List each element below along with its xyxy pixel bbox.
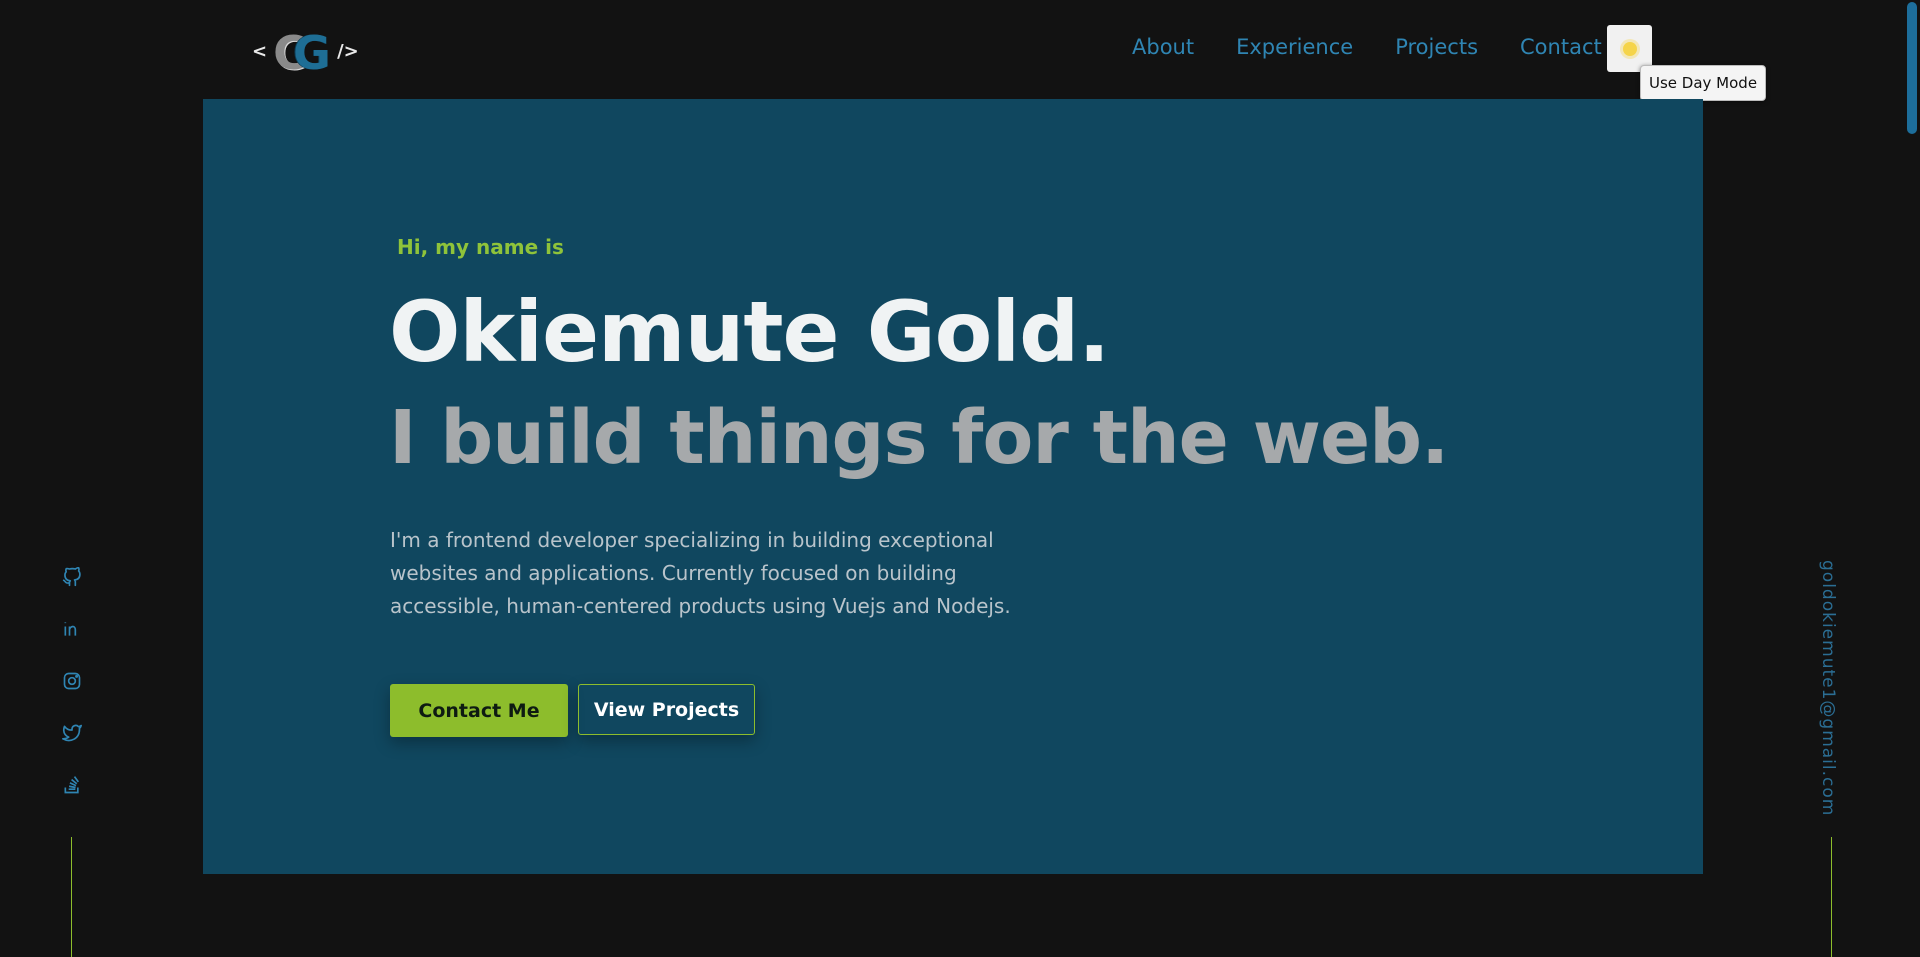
nav-contact[interactable]: Contact xyxy=(1520,35,1602,59)
hero-name: Okiemute Gold. xyxy=(389,283,1110,381)
stackoverflow-icon[interactable] xyxy=(60,773,84,797)
linkedin-icon[interactable] xyxy=(60,617,84,641)
hero-tagline: I build things for the web. xyxy=(389,395,1449,481)
email-link[interactable]: goldokiemute1@gmail.com xyxy=(1818,560,1838,816)
github-icon[interactable] xyxy=(60,565,84,589)
hero-description: I'm a frontend developer specializing in… xyxy=(390,528,1011,618)
nav-projects[interactable]: Projects xyxy=(1395,35,1478,59)
sun-icon xyxy=(1622,41,1637,56)
nav-experience[interactable]: Experience xyxy=(1236,35,1353,59)
main-nav: About Experience Projects Contact xyxy=(1132,35,1644,59)
logo-letter-g: G xyxy=(293,26,331,80)
logo-right-bracket: /> xyxy=(337,40,359,62)
contact-me-button[interactable]: Contact Me xyxy=(390,684,568,737)
logo-left-bracket: < xyxy=(252,40,268,62)
hero-greeting: Hi, my name is xyxy=(397,235,564,259)
theme-tooltip: Use Day Mode xyxy=(1640,65,1767,101)
scrollbar-track[interactable] xyxy=(1904,0,1920,948)
scrollbar-thumb[interactable] xyxy=(1907,2,1917,134)
logo-mark: C G xyxy=(271,26,333,80)
instagram-icon[interactable] xyxy=(60,669,84,693)
right-vertical-line xyxy=(1831,837,1832,957)
nav-about[interactable]: About xyxy=(1132,35,1194,59)
twitter-icon[interactable] xyxy=(60,721,84,745)
left-vertical-line xyxy=(71,837,72,957)
site-logo[interactable]: < C G /> xyxy=(252,26,359,80)
view-projects-button[interactable]: View Projects xyxy=(578,684,755,735)
